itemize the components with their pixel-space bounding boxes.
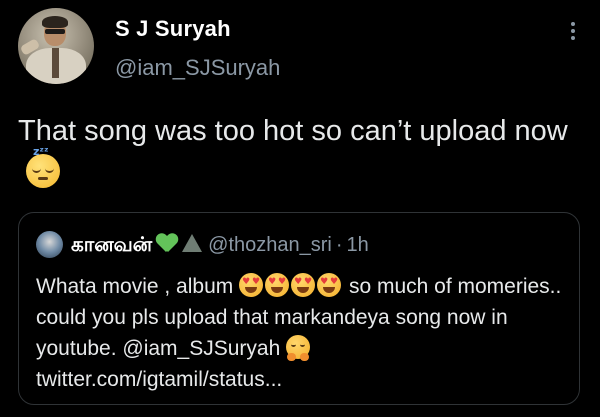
green-heart-icon <box>156 234 178 254</box>
quoted-author-avatar[interactable] <box>36 231 63 258</box>
emoji-hand <box>300 353 310 362</box>
quoted-tweet-text: Whata movie , album ♥ ♥ ♥ ♥ ♥ ♥ ♥ ♥ so much of … <box>36 271 566 395</box>
avatar-hair <box>42 16 68 28</box>
more-dot <box>571 36 575 40</box>
quoted-tweet-header: கானவன் @thozhan_sri · 1h <box>71 233 369 257</box>
heart-eye: ♥ <box>320 277 329 288</box>
tweet-card[interactable]: S J Suryah @iam_SJSuryah That song was t… <box>0 0 600 417</box>
hugging-face-emoji-icon <box>286 335 311 362</box>
mountain-icon <box>182 234 203 252</box>
avatar-tie <box>52 48 59 78</box>
quoted-tweet[interactable]: கானவன் @thozhan_sri · 1h Whata movie , albu… <box>18 212 580 405</box>
author-display-name[interactable]: S J Suryah <box>115 16 231 42</box>
heart-eye: ♥ <box>268 277 277 288</box>
author-handle[interactable]: @iam_SJSuryah <box>115 55 280 81</box>
heart-eye: ♥ <box>278 277 287 288</box>
quoted-author-handle[interactable]: @thozhan_sri <box>208 234 332 256</box>
heart-eyes-emoji-icon: ♥ ♥ <box>265 273 290 298</box>
emoji-eye <box>32 168 41 174</box>
emoji-eye <box>45 168 54 174</box>
heart-eyes-emoji-icon: ♥ ♥ <box>291 273 316 298</box>
author-avatar[interactable] <box>18 8 94 84</box>
quoted-text-part1: Whata movie , album <box>36 275 234 298</box>
tweet-text: That song was too hot so can’t upload no… <box>18 110 578 194</box>
avatar-glasses <box>45 29 65 34</box>
emoji-mouth <box>297 287 310 294</box>
quoted-text-link[interactable]: twitter.com/igtamil/status... <box>36 368 282 391</box>
tweet-text-content: That song was too hot so can’t upload no… <box>18 115 568 147</box>
heart-eye: ♥ <box>330 277 339 288</box>
emoji-mouth <box>271 287 284 294</box>
emoji-mouth <box>38 177 48 181</box>
heart-eye: ♥ <box>304 277 313 288</box>
emoji-hand <box>287 353 297 362</box>
heart-eyes-emoji-icon: ♥ ♥ <box>317 273 342 298</box>
more-dot <box>571 22 575 26</box>
quoted-tweet-time[interactable]: 1h <box>347 234 369 256</box>
emoji-eye <box>300 343 306 348</box>
separator-dot: · <box>335 234 343 256</box>
more-vertical-icon[interactable] <box>570 22 576 44</box>
emoji-mouth <box>323 287 336 294</box>
heart-eye: ♥ <box>294 277 303 288</box>
emoji-mouth <box>245 287 258 294</box>
quoted-author-name[interactable]: கானவன் <box>71 234 152 256</box>
heart-eye: ♥ <box>252 277 261 288</box>
heart-eyes-emoji-icon: ♥ ♥ <box>239 273 264 298</box>
sleeping-face-emoji-icon: zᶻᶻ <box>26 146 60 189</box>
heart-eye: ♥ <box>242 277 251 288</box>
emoji-eye <box>291 343 297 348</box>
more-dot <box>571 29 575 33</box>
zzz-icon: zᶻᶻ <box>33 145 49 159</box>
